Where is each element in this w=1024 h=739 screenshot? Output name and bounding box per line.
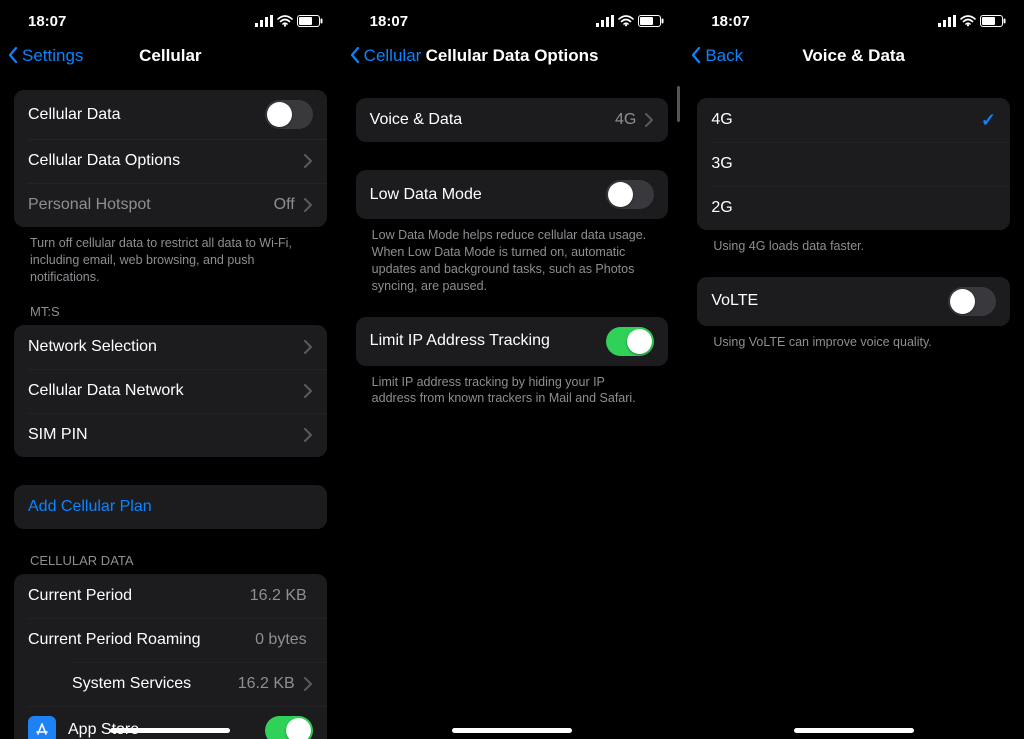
row-current-period-roaming: Current Period Roaming 0 bytes: [14, 618, 327, 662]
home-indicator[interactable]: [794, 728, 914, 733]
chevron-right-icon: [644, 113, 654, 127]
status-time: 18:07: [711, 13, 749, 30]
row-sim-pin[interactable]: SIM PIN: [14, 413, 327, 457]
nav-bar: Cellular Cellular Data Options: [342, 34, 683, 78]
toggle-app-store[interactable]: [265, 716, 313, 739]
status-icons: [596, 15, 664, 27]
chevron-left-icon: [691, 47, 703, 65]
chevron-right-icon: [303, 154, 313, 168]
row-personal-hotspot[interactable]: Personal Hotspot Off: [14, 183, 327, 227]
footer-limit-ip-tracking: Limit IP address tracking by hiding your…: [356, 366, 669, 408]
carrier-header: MT:S: [14, 286, 327, 325]
row-cellular-data[interactable]: Cellular Data: [14, 90, 327, 139]
chevron-right-icon: [303, 340, 313, 354]
option-2g[interactable]: 2G: [697, 186, 1010, 230]
footer-speed-note: Using 4G loads data faster.: [697, 230, 1010, 255]
screen-voice-and-data: 18:07 Back Voice & Data 4G ✓ 3G 2G Using: [682, 0, 1024, 739]
home-indicator[interactable]: [110, 728, 230, 733]
section-cellular-data-header: CELLULAR DATA: [14, 529, 327, 574]
back-button[interactable]: Cellular: [350, 46, 422, 66]
row-cellular-data-network[interactable]: Cellular Data Network: [14, 369, 327, 413]
row-volte[interactable]: VoLTE: [697, 277, 1010, 326]
wifi-icon: [960, 15, 976, 27]
option-4g[interactable]: 4G ✓: [697, 98, 1010, 142]
back-button[interactable]: Settings: [8, 46, 83, 66]
back-button[interactable]: Back: [691, 46, 743, 66]
toggle-volte[interactable]: [948, 287, 996, 316]
signal-icon: [255, 15, 273, 27]
row-voice-and-data[interactable]: Voice & Data 4G: [356, 98, 669, 142]
status-time: 18:07: [28, 13, 66, 30]
row-system-services[interactable]: System Services 16.2 KB: [14, 662, 327, 706]
toggle-low-data-mode[interactable]: [606, 180, 654, 209]
toggle-limit-ip-tracking[interactable]: [606, 327, 654, 356]
chevron-right-icon: [303, 428, 313, 442]
status-icons: [938, 15, 1006, 27]
row-cellular-data-options[interactable]: Cellular Data Options: [14, 139, 327, 183]
scroll-indicator[interactable]: [677, 86, 680, 122]
footer-low-data-mode: Low Data Mode helps reduce cellular data…: [356, 219, 669, 295]
chevron-left-icon: [350, 47, 362, 65]
home-indicator[interactable]: [452, 728, 572, 733]
chevron-right-icon: [303, 198, 313, 212]
row-network-selection[interactable]: Network Selection: [14, 325, 327, 369]
row-add-cellular-plan[interactable]: Add Cellular Plan: [14, 485, 327, 529]
battery-icon: [297, 15, 323, 27]
row-current-period: Current Period 16.2 KB: [14, 574, 327, 618]
status-bar: 18:07: [0, 0, 341, 34]
row-low-data-mode[interactable]: Low Data Mode: [356, 170, 669, 219]
signal-icon: [596, 15, 614, 27]
toggle-cellular-data[interactable]: [265, 100, 313, 129]
nav-bar: Back Voice & Data: [683, 34, 1024, 78]
status-bar: 18:07: [683, 0, 1024, 34]
status-bar: 18:07: [342, 0, 683, 34]
status-time: 18:07: [370, 13, 408, 30]
screen-cellular-data-options: 18:07 Cellular Cellular Data Options Voi…: [341, 0, 683, 739]
row-app-store[interactable]: App Store: [14, 706, 327, 739]
signal-icon: [938, 15, 956, 27]
battery-icon: [980, 15, 1006, 27]
chevron-left-icon: [8, 47, 20, 65]
chevron-right-icon: [303, 384, 313, 398]
app-store-icon: [28, 716, 56, 739]
screen-cellular: 18:07 Settings Cellular Cellular Data Ce…: [0, 0, 341, 739]
nav-bar: Settings Cellular: [0, 34, 341, 78]
checkmark-icon: ✓: [981, 110, 996, 131]
battery-icon: [638, 15, 664, 27]
status-icons: [255, 15, 323, 27]
chevron-right-icon: [303, 677, 313, 691]
wifi-icon: [618, 15, 634, 27]
footer-cellular-data: Turn off cellular data to restrict all d…: [14, 227, 327, 286]
option-3g[interactable]: 3G: [697, 142, 1010, 186]
wifi-icon: [277, 15, 293, 27]
row-limit-ip-tracking[interactable]: Limit IP Address Tracking: [356, 317, 669, 366]
footer-volte-note: Using VoLTE can improve voice quality.: [697, 326, 1010, 351]
